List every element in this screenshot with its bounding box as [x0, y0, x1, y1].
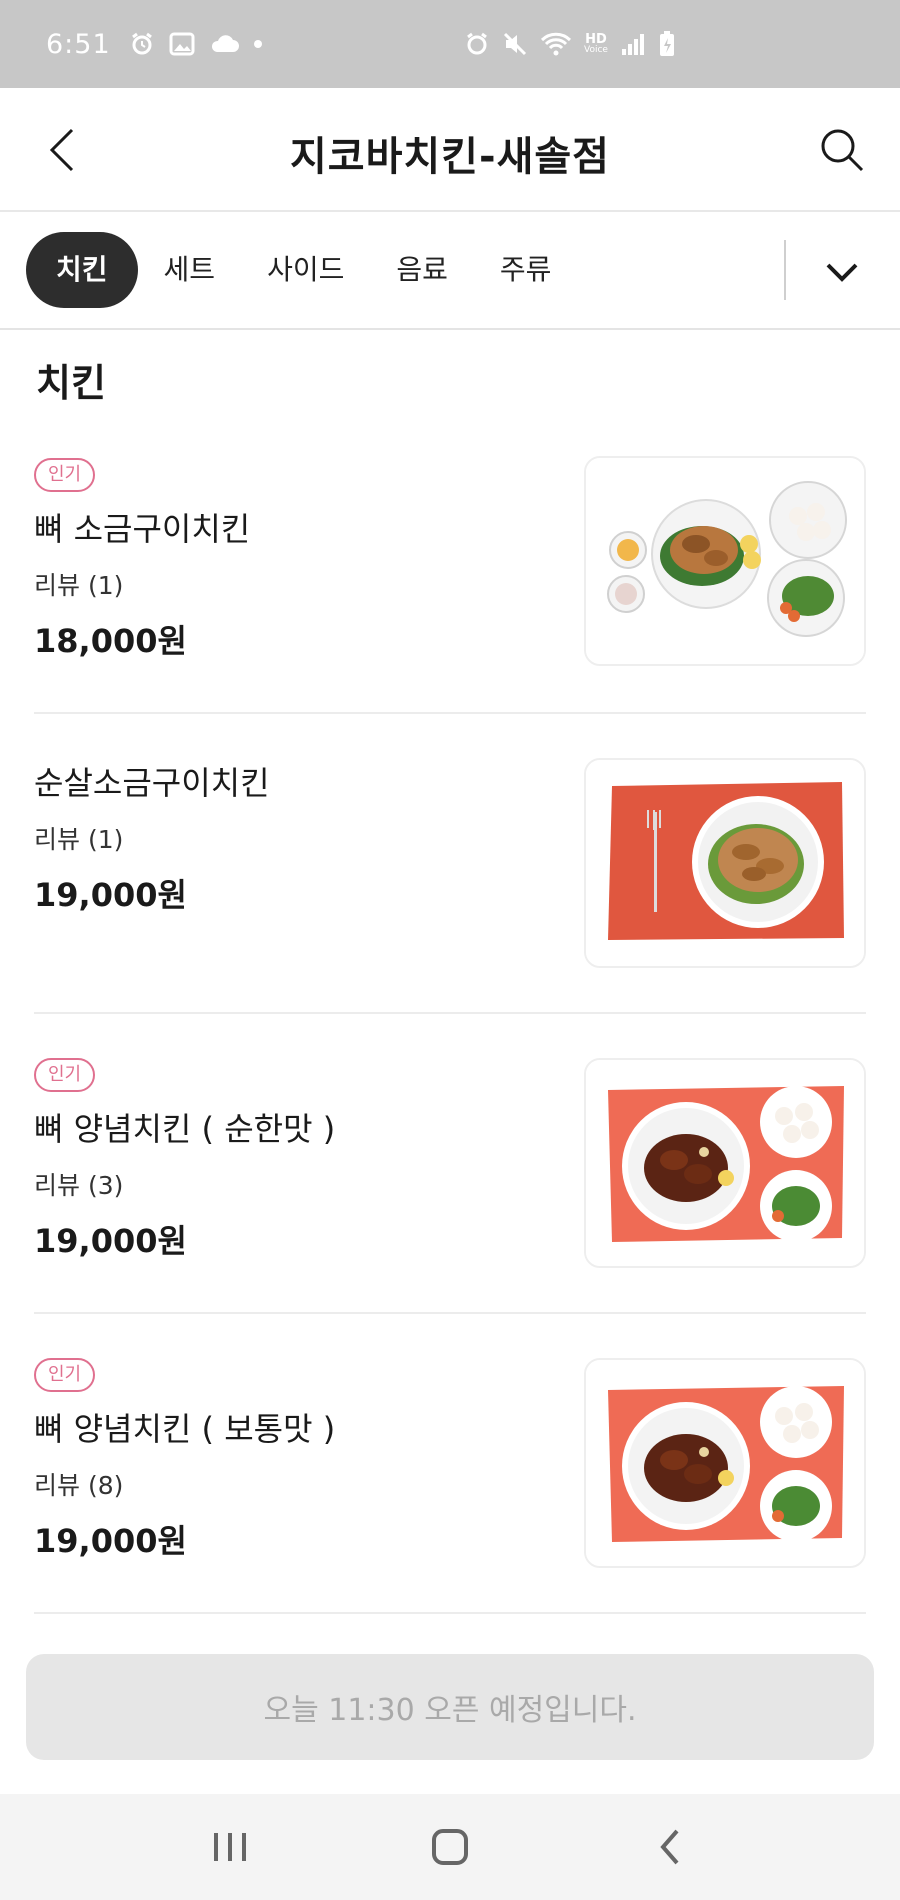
dot-icon: [253, 39, 263, 49]
gallery-icon: [169, 32, 195, 56]
mute-icon: [502, 31, 528, 57]
seasoned-chicken-platter-image: [586, 1360, 864, 1566]
tab-set[interactable]: 세트: [138, 232, 242, 308]
alarm-icon: [464, 31, 490, 57]
item-price: 19,000원: [34, 1522, 187, 1560]
item-review: 리뷰 (8): [34, 1471, 124, 1500]
home-button[interactable]: [415, 1812, 485, 1882]
item-price: 19,000원: [34, 1222, 187, 1260]
tab-alcohol[interactable]: 주류: [474, 232, 578, 308]
menu-item[interactable]: 순살소금구이치킨 리뷰 (1) 19,000원: [34, 714, 866, 1014]
menu-info: 인기 뼈 양념치킨 ( 보통맛 ) 리뷰 (8) 19,000원: [34, 1358, 335, 1562]
status-time: 6:51: [46, 28, 111, 60]
status-left-icons: [129, 31, 263, 57]
search-icon: [821, 129, 864, 172]
category-tabs-bar: 치킨 세트 사이드 음료 주류: [0, 214, 900, 330]
tabs-divider: [784, 240, 786, 300]
menu-item[interactable]: 인기 뼈 소금구이치킨 리뷰 (1) 18,000원: [34, 454, 866, 714]
item-image[interactable]: [584, 1358, 866, 1568]
salt-grilled-chicken-platter-image: [586, 458, 864, 664]
cloud-icon: [209, 34, 239, 54]
menu-item[interactable]: 인기 뼈 양념치킨 ( 보통맛 ) 리뷰 (8) 19,000원: [34, 1314, 866, 1614]
category-tabs: 치킨 세트 사이드 음료 주류: [26, 232, 577, 308]
item-price: 19,000원: [34, 876, 187, 914]
item-image[interactable]: [584, 1058, 866, 1268]
boneless-salt-chicken-plate-image: [586, 760, 864, 966]
item-image[interactable]: [584, 456, 866, 666]
voice-label: Voice: [584, 44, 608, 55]
battery-icon: [658, 30, 676, 58]
item-image[interactable]: [584, 758, 866, 968]
tab-side[interactable]: 사이드: [241, 232, 370, 308]
page-title: 지코바치킨-새솔점: [289, 134, 610, 180]
tab-drinks[interactable]: 음료: [370, 232, 474, 308]
recent-apps-button[interactable]: [195, 1812, 265, 1882]
item-name: 뼈 소금구이치킨: [34, 510, 251, 548]
app-header: 지코바치킨-새솔점: [0, 88, 900, 212]
system-nav-bar: [0, 1794, 900, 1900]
home-icon: [432, 1829, 468, 1865]
popular-badge: 인기: [34, 458, 96, 492]
menu-info: 순살소금구이치킨 리뷰 (1) 19,000원: [34, 758, 270, 916]
tab-chicken[interactable]: 치킨: [26, 232, 138, 308]
alarm-icon: [129, 31, 155, 57]
search-button[interactable]: [814, 122, 870, 178]
menu-info: 인기 뼈 소금구이치킨 리뷰 (1) 18,000원: [34, 458, 250, 662]
item-name: 뼈 양념치킨 ( 순한맛 ): [34, 1110, 336, 1148]
item-review: 리뷰 (1): [34, 571, 124, 600]
hd-voice-icon: HD Voice: [584, 31, 608, 55]
section-title: 치킨: [36, 361, 106, 405]
popular-badge: 인기: [34, 1358, 96, 1392]
status-bar: 6:51 HD Voice: [0, 0, 900, 88]
status-right-icons: HD Voice: [464, 0, 676, 88]
hd-label: HD: [585, 31, 607, 47]
popular-badge: 인기: [34, 1058, 96, 1092]
menu-info: 인기 뼈 양념치킨 ( 순한맛 ) 리뷰 (3) 19,000원: [34, 1058, 335, 1262]
seasoned-chicken-platter-image: [586, 1060, 864, 1266]
signal-icon: [620, 31, 646, 57]
recent-apps-icon: [214, 1833, 246, 1861]
system-back-button[interactable]: [635, 1812, 705, 1882]
item-name: 뼈 양념치킨 ( 보통맛 ): [34, 1410, 336, 1448]
chevron-down-icon: [826, 263, 858, 282]
item-review: 리뷰 (3): [34, 1171, 124, 1200]
item-review: 리뷰 (1): [34, 825, 124, 854]
open-time-notice[interactable]: 오늘 11:30 오픈 예정입니다.: [26, 1654, 874, 1760]
wifi-icon: [540, 31, 572, 57]
open-time-text: 오늘 11:30 오픈 예정입니다.: [263, 1693, 637, 1728]
expand-categories-button[interactable]: [814, 244, 870, 300]
back-icon: [660, 1829, 679, 1865]
item-name: 순살소금구이치킨: [34, 764, 270, 802]
menu-item[interactable]: 인기 뼈 양념치킨 ( 순한맛 ) 리뷰 (3) 19,000원: [34, 1014, 866, 1314]
item-price: 18,000원: [34, 622, 187, 660]
